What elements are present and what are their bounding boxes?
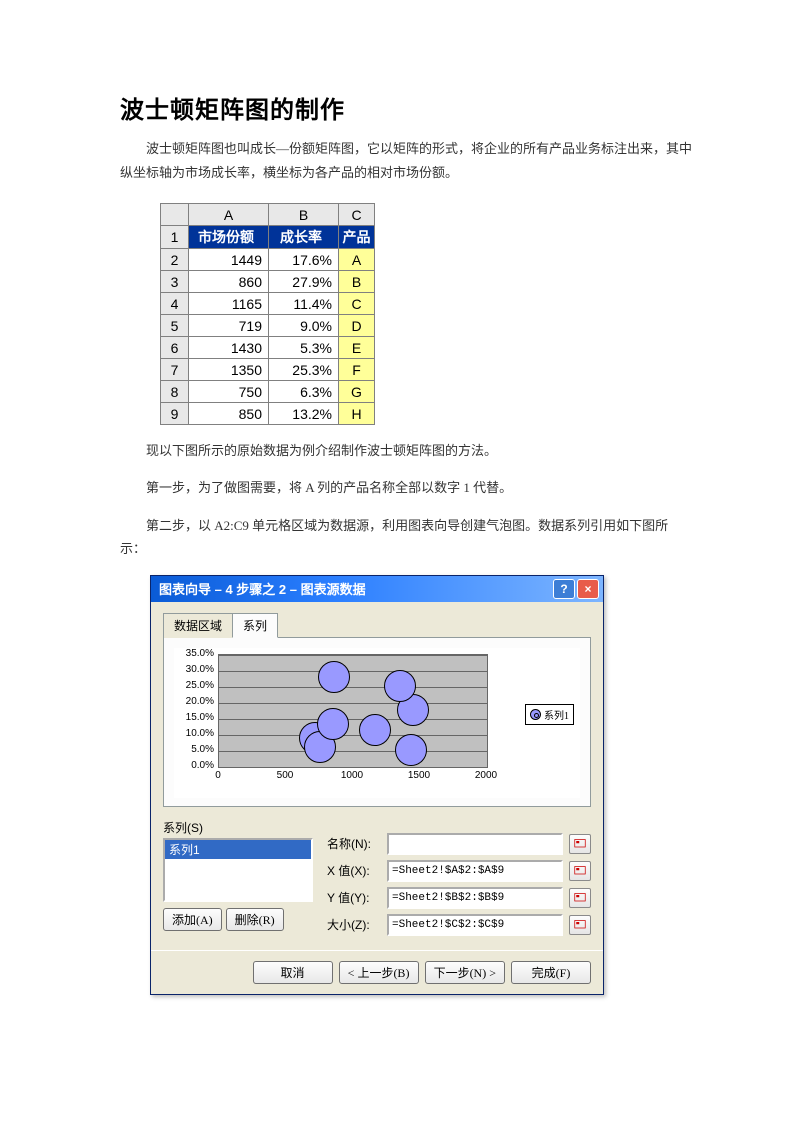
cell: 1350: [189, 359, 269, 381]
finish-button[interactable]: 完成(F): [511, 961, 591, 984]
bubble-point: [395, 734, 427, 766]
cell: 1449: [189, 249, 269, 271]
header-cell: 产品: [339, 226, 375, 249]
x-tick: 0: [203, 770, 233, 781]
row-header: 5: [161, 315, 189, 337]
size-label: 大小(Z):: [327, 916, 381, 933]
cell: 1430: [189, 337, 269, 359]
cell: H: [339, 403, 375, 425]
col-header-C: C: [339, 204, 375, 226]
name-input[interactable]: [387, 833, 563, 855]
step-1: 第一步，为了做图需要，将 A 列的产品名称全部以数字 1 代替。: [120, 476, 693, 499]
legend-label: 系列1: [544, 707, 569, 722]
page-title: 波士顿矩阵图的制作: [120, 90, 693, 125]
cell: D: [339, 315, 375, 337]
legend-marker-icon: [530, 709, 541, 720]
cell: A: [339, 249, 375, 271]
row-header: 2: [161, 249, 189, 271]
y-tick: 30.0%: [174, 664, 214, 675]
add-series-button[interactable]: 添加(A): [163, 908, 222, 931]
bubble-point: [359, 714, 391, 746]
y-tick: 15.0%: [174, 712, 214, 723]
cell: 9.0%: [269, 315, 339, 337]
size-input[interactable]: =Sheet2!$C$2:$C$9: [387, 914, 563, 936]
chart-wizard-dialog: 图表向导 – 4 步骤之 2 – 图表源数据 ? × 数据区域 系列 35.0%…: [150, 575, 604, 995]
cancel-button[interactable]: 取消: [253, 961, 333, 984]
cell: B: [339, 271, 375, 293]
titlebar[interactable]: 图表向导 – 4 步骤之 2 – 图表源数据 ? ×: [151, 576, 603, 602]
row-header: 6: [161, 337, 189, 359]
cell: E: [339, 337, 375, 359]
y-tick: 20.0%: [174, 696, 214, 707]
ref-picker-button[interactable]: [569, 888, 591, 908]
corner-cell: [161, 204, 189, 226]
intro-paragraph: 波士顿矩阵图也叫成长—份额矩阵图，它以矩阵的形式，将企业的所有产品业务标注出来，…: [120, 137, 693, 185]
bubble-point: [384, 670, 416, 702]
cell: 13.2%: [269, 403, 339, 425]
ref-picker-button[interactable]: [569, 861, 591, 881]
row-header: 1: [161, 226, 189, 249]
cell: 750: [189, 381, 269, 403]
step-2: 第二步，以 A2:C9 单元格区域为数据源，利用图表向导创建气泡图。数据系列引用…: [120, 514, 693, 561]
cell: 27.9%: [269, 271, 339, 293]
cell: 860: [189, 271, 269, 293]
bubble-chart-preview: 35.0% 30.0% 25.0% 20.0% 15.0% 10.0% 5.0%…: [174, 648, 580, 798]
x-tick: 1000: [337, 770, 367, 781]
cell: 25.3%: [269, 359, 339, 381]
cell: 6.3%: [269, 381, 339, 403]
bubble-point: [317, 708, 349, 740]
x-tick: 1500: [404, 770, 434, 781]
y-label: Y 值(Y):: [327, 889, 381, 906]
x-label: X 值(X):: [327, 862, 381, 879]
col-header-B: B: [269, 204, 339, 226]
series-listbox[interactable]: 系列1: [163, 838, 313, 902]
x-tick: 2000: [471, 770, 501, 781]
dialog-title: 图表向导 – 4 步骤之 2 – 图表源数据: [159, 579, 366, 598]
chart-preview-pane: 35.0% 30.0% 25.0% 20.0% 15.0% 10.0% 5.0%…: [163, 638, 591, 807]
y-tick: 25.0%: [174, 680, 214, 691]
header-cell: 成长率: [269, 226, 339, 249]
series-list-label: 系列(S): [163, 819, 313, 836]
close-button[interactable]: ×: [577, 579, 599, 599]
cell: 1165: [189, 293, 269, 315]
y-tick: 10.0%: [174, 728, 214, 739]
tab-data-range[interactable]: 数据区域: [163, 613, 233, 638]
y-tick: 35.0%: [174, 648, 214, 659]
cell: 850: [189, 403, 269, 425]
bubble-point: [318, 661, 350, 693]
legend: 系列1: [525, 704, 574, 725]
row-header: 4: [161, 293, 189, 315]
tab-series[interactable]: 系列: [232, 613, 278, 638]
next-button[interactable]: 下一步(N) >: [425, 961, 505, 984]
help-button[interactable]: ?: [553, 579, 575, 599]
back-button[interactable]: < 上一步(B): [339, 961, 419, 984]
cell: 719: [189, 315, 269, 337]
row-header: 7: [161, 359, 189, 381]
name-label: 名称(N):: [327, 835, 381, 852]
header-cell: 市场份额: [189, 226, 269, 249]
cell: C: [339, 293, 375, 315]
y-input[interactable]: =Sheet2!$B$2:$B$9: [387, 887, 563, 909]
ref-picker-button[interactable]: [569, 834, 591, 854]
cell: F: [339, 359, 375, 381]
cell: 5.3%: [269, 337, 339, 359]
ref-picker-button[interactable]: [569, 915, 591, 935]
cell: G: [339, 381, 375, 403]
series-list-item[interactable]: 系列1: [165, 840, 311, 859]
col-header-A: A: [189, 204, 269, 226]
delete-series-button[interactable]: 删除(R): [226, 908, 284, 931]
cell: 11.4%: [269, 293, 339, 315]
x-input[interactable]: =Sheet2!$A$2:$A$9: [387, 860, 563, 882]
row-header: 9: [161, 403, 189, 425]
row-header: 8: [161, 381, 189, 403]
y-tick: 5.0%: [174, 744, 214, 755]
cell: 17.6%: [269, 249, 339, 271]
row-header: 3: [161, 271, 189, 293]
step-intro: 现以下图所示的原始数据为例介绍制作波士顿矩阵图的方法。: [120, 439, 693, 462]
excel-table: A B C 1 市场份额 成长率 产品 2144917.6%A 386027.9…: [160, 203, 693, 425]
x-tick: 500: [270, 770, 300, 781]
plot-area: [218, 654, 488, 768]
